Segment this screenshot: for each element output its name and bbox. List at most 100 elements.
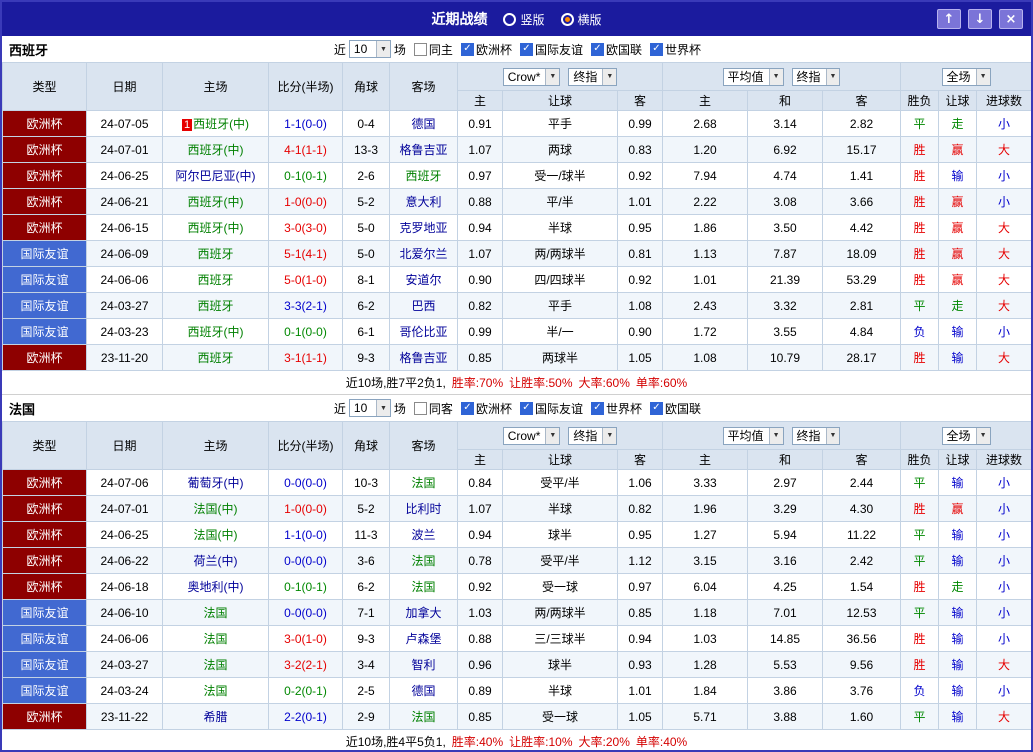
score-cell[interactable]: 3-3(2-1) [268, 292, 343, 319]
match-count-select[interactable]: 10 [348, 40, 391, 58]
handicap-odds-away-cell: 0.97 [617, 573, 663, 600]
score-cell[interactable]: 1-0(0-0) [268, 495, 343, 522]
score-cell[interactable]: 3-0(3-0) [268, 214, 343, 241]
handicap-result-cell: 输 [938, 344, 978, 371]
handicap-line-cell: 受平/半 [502, 547, 618, 574]
match-count-select[interactable]: 10 [348, 399, 391, 417]
competition-type-cell: 欧洲杯 [2, 521, 87, 548]
away-team-cell: 法国 [389, 703, 458, 730]
wdl-result-cell: 胜 [900, 344, 940, 371]
th-avg-home: 主 [662, 449, 748, 470]
avg-odds-away-cell: 12.53 [821, 599, 902, 626]
score-cell[interactable]: 3-1(1-1) [268, 344, 343, 371]
wdl-result-cell: 胜 [900, 188, 940, 215]
th-score: 比分(半场) [268, 421, 343, 470]
score-cell[interactable]: 1-0(0-0) [268, 188, 343, 215]
score-cell[interactable]: 3-0(1-0) [268, 625, 343, 652]
league-checkbox-0[interactable]: 欧洲杯 [460, 400, 512, 417]
th-home: 主场 [162, 62, 269, 111]
home-team-cell: 西班牙(中) [162, 318, 269, 345]
competition-type-cell: 欧洲杯 [2, 573, 87, 600]
handicap-line-cell: 平手 [502, 292, 618, 319]
away-team-cell: 法国 [389, 469, 458, 496]
layout-radio-vertical[interactable]: 竖版 [503, 11, 545, 28]
matches-label: 场 [393, 401, 406, 416]
same-venue-checkbox[interactable]: 同客 [413, 400, 453, 417]
handicap-result-cell: 赢 [938, 136, 978, 163]
avg-odds-away-cell: 36.56 [821, 625, 902, 652]
home-team-cell: 西班牙 [162, 266, 269, 293]
league-checkbox-3[interactable]: 世界杯 [649, 41, 701, 58]
move-up-button[interactable]: ↑ [937, 9, 961, 29]
league-checkbox-1[interactable]: 国际友谊 [519, 400, 583, 417]
avg-odds-home-cell: 7.94 [662, 162, 748, 189]
match-row: 欧洲杯 24-07-05 1 西班牙(中) 1-1(0-0) 0-4 德国 0.91 平手 0.9… [2, 110, 1031, 137]
handicap-result-cell: 输 [938, 162, 978, 189]
avg-odds-away-cell: 4.30 [821, 495, 902, 522]
avg-odds-home-cell: 1.27 [662, 521, 748, 548]
same-venue-label: 同主 [428, 42, 453, 57]
avg-odds-draw-cell: 3.08 [747, 188, 823, 215]
odds-source-select[interactable]: Crow* [502, 426, 561, 445]
score-cell[interactable]: 5-0(1-0) [268, 266, 343, 293]
score-cell[interactable]: 0-1(0-1) [268, 573, 343, 600]
close-button[interactable]: × [999, 9, 1023, 29]
score-cell[interactable]: 0-1(0-1) [268, 162, 343, 189]
score-cell[interactable]: 3-2(2-1) [268, 651, 343, 678]
score-cell[interactable]: 0-0(0-0) [268, 469, 343, 496]
handicap-odds-home-cell: 0.88 [457, 188, 503, 215]
handicap-result-cell: 输 [938, 703, 978, 730]
competition-type-cell: 欧洲杯 [2, 162, 87, 189]
handicap-odds-home-cell: 0.97 [457, 162, 503, 189]
home-team-cell: 法国 [162, 651, 269, 678]
handicap-line-cell: 四/四球半 [502, 266, 618, 293]
handicap-odds-home-cell: 1.07 [457, 240, 503, 267]
score-cell[interactable]: 1-1(0-0) [268, 110, 343, 137]
league-checkbox-0[interactable]: 欧洲杯 [460, 41, 512, 58]
league-checkbox-2[interactable]: 欧国联 [590, 41, 642, 58]
odds-source-select[interactable]: Crow* [502, 67, 561, 86]
avg-source-select[interactable]: 平均值 [722, 426, 784, 445]
score-cell[interactable]: 5-1(4-1) [268, 240, 343, 267]
avg-stage-select[interactable]: 终指 [791, 426, 841, 445]
score-cell[interactable]: 0-0(0-0) [268, 599, 343, 626]
move-down-button[interactable]: ↓ [968, 9, 992, 29]
score-cell[interactable]: 1-1(0-0) [268, 521, 343, 548]
date-cell: 24-06-15 [86, 214, 163, 241]
avg-stage-select[interactable]: 终指 [791, 67, 841, 86]
th-handicap-odds-group: Crow* 终指 [457, 62, 663, 91]
titlebar: 近期战绩 竖版 横版 ↑ ↓ × [2, 2, 1031, 36]
league-checkbox-2[interactable]: 世界杯 [590, 400, 642, 417]
corners-cell: 8-1 [342, 266, 390, 293]
summary-handicap-rate: 让胜率:50% [509, 376, 573, 390]
avg-odds-draw-cell: 21.39 [747, 266, 823, 293]
handicap-odds-home-cell: 0.88 [457, 625, 503, 652]
avg-odds-draw-cell: 3.32 [747, 292, 823, 319]
same-venue-checkbox[interactable]: 同主 [413, 41, 453, 58]
score-cell[interactable]: 0-0(0-0) [268, 547, 343, 574]
handicap-odds-away-cell: 1.01 [617, 188, 663, 215]
score-cell[interactable]: 2-2(0-1) [268, 703, 343, 730]
scope-select[interactable]: 全场 [941, 67, 991, 86]
league-checkbox-3[interactable]: 欧国联 [649, 400, 701, 417]
avg-odds-home-cell: 1.28 [662, 651, 748, 678]
layout-radio-horizontal[interactable]: 横版 [560, 11, 602, 28]
odds-stage-select[interactable]: 终指 [568, 426, 618, 445]
away-team-cell: 德国 [389, 677, 458, 704]
th-avg-away: 客 [821, 90, 902, 111]
score-cell[interactable]: 0-1(0-0) [268, 318, 343, 345]
corners-cell: 5-0 [342, 240, 390, 267]
scope-select[interactable]: 全场 [941, 426, 991, 445]
league-checkbox-1[interactable]: 国际友谊 [519, 41, 583, 58]
odds-stage-select[interactable]: 终指 [568, 67, 618, 86]
avg-odds-home-cell: 2.22 [662, 188, 748, 215]
score-cell[interactable]: 0-2(0-1) [268, 677, 343, 704]
league-label: 欧国联 [664, 401, 701, 416]
score-cell[interactable]: 4-1(1-1) [268, 136, 343, 163]
avg-source-select[interactable]: 平均值 [722, 67, 784, 86]
match-row: 国际友谊 24-03-23 西班牙(中) 0-1(0-0) 6-1 哥伦比亚 0.99 半/一… [2, 318, 1031, 345]
summary-win-rate: 胜率:40% [451, 735, 504, 749]
radio-horizontal-label: 横版 [577, 12, 602, 27]
checkbox-checked-icon [649, 42, 663, 56]
handicap-result-cell: 赢 [938, 266, 978, 293]
